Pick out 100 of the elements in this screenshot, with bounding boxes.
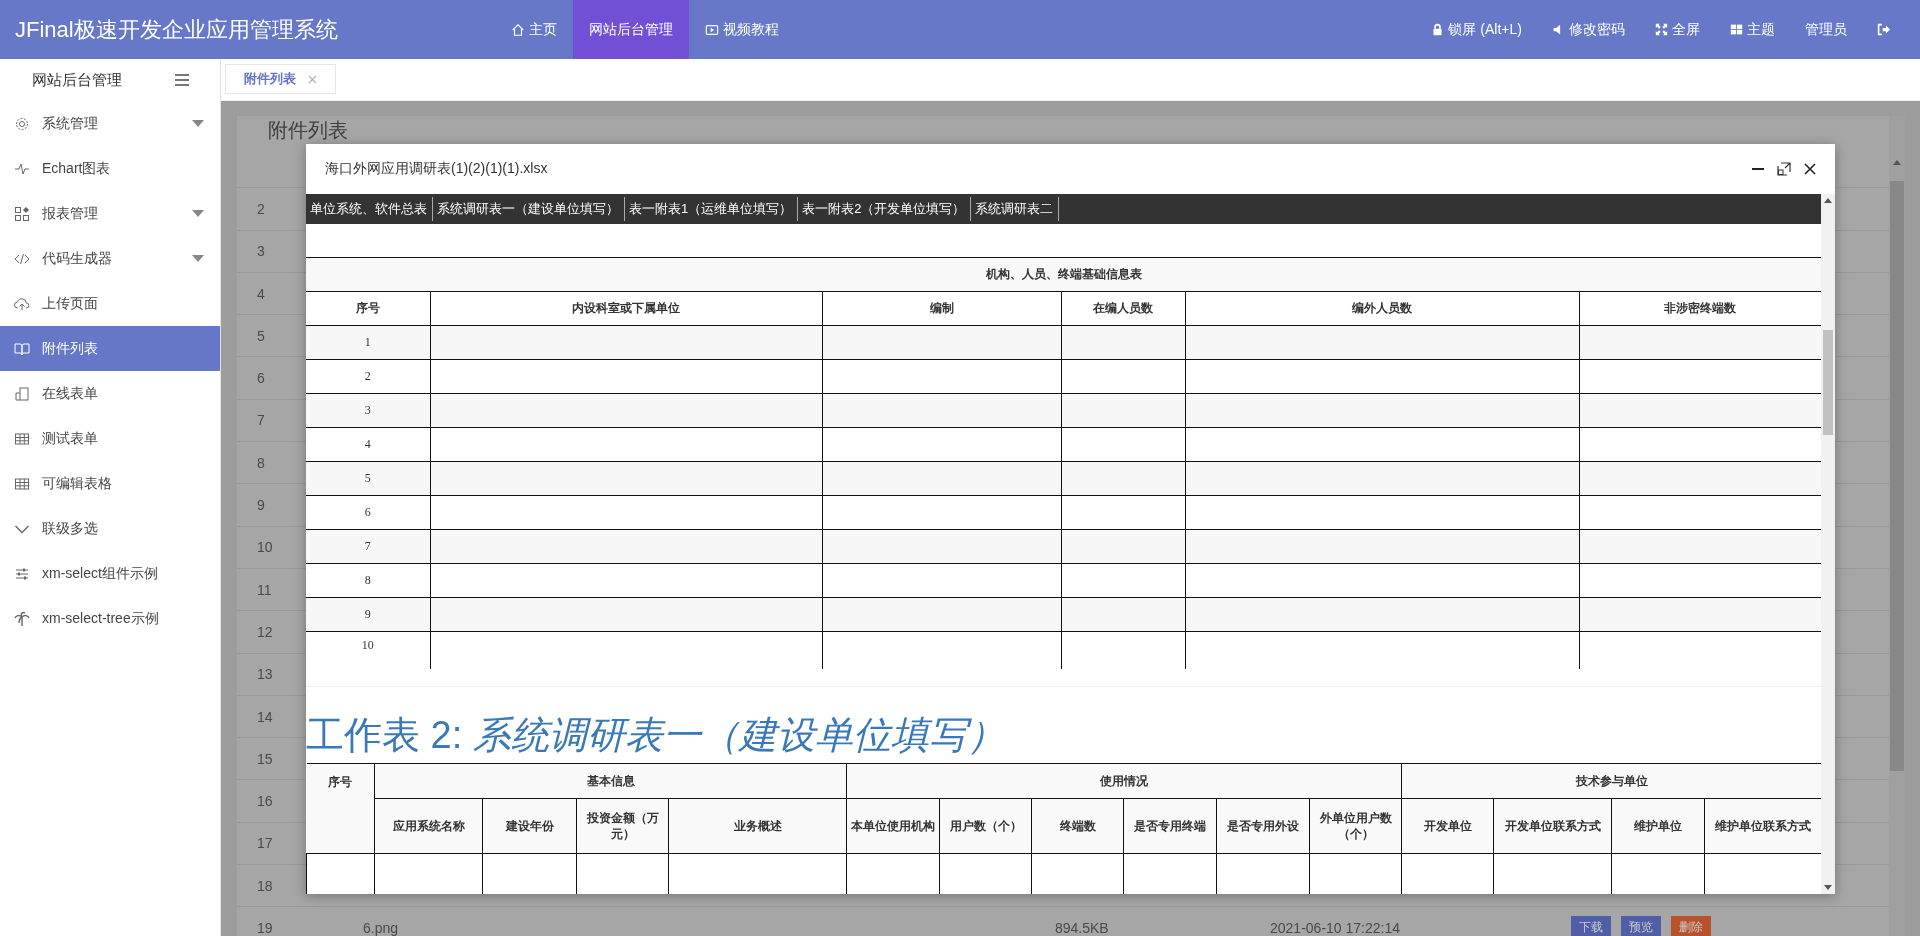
sidebar-item[interactable]: 附件列表 [0, 326, 220, 371]
action-button[interactable]: 下载 [1571, 916, 1611, 936]
column-header: 是否专用外设 [1216, 798, 1310, 854]
sidebar-item[interactable]: xm-select组件示例 [0, 551, 220, 596]
grid-icon [1730, 23, 1743, 36]
row-number: 18 [256, 877, 274, 894]
row-number: 1 [306, 325, 430, 360]
column-header: 开发单位 [1401, 798, 1494, 854]
sheet-tab[interactable]: 表一附表1（运维单位填写） [625, 197, 799, 221]
column-header: 本单位使用机构 [846, 798, 940, 854]
action-button[interactable]: 预览 [1621, 916, 1661, 936]
header-link[interactable]: 全屏 [1655, 20, 1700, 39]
menu-icon[interactable] [174, 73, 190, 87]
column-header: 编外人员数 [1185, 291, 1579, 326]
row-number: 12 [256, 623, 274, 640]
row-number: 9 [306, 597, 430, 632]
form-icon [14, 385, 30, 402]
gear-icon [14, 115, 30, 132]
play-icon [705, 22, 719, 37]
header-link[interactable]: 主题 [1730, 20, 1775, 39]
row-number: 15 [256, 750, 274, 767]
sidebar-item[interactable]: 报表管理 [0, 191, 220, 236]
row-number: 16 [256, 793, 274, 810]
sidebar-item[interactable]: 在线表单 [0, 371, 220, 416]
column-header: 编制 [822, 291, 1061, 326]
sidebar-item[interactable]: xm-select-tree示例 [0, 596, 220, 641]
row-number: 6 [256, 370, 266, 387]
row-number: 8 [256, 454, 266, 471]
nav-link[interactable]: 视频教程 [689, 0, 795, 59]
column-header: 用户数（个） [939, 798, 1032, 854]
header-link[interactable]: 管理员 [1805, 20, 1847, 39]
table-icon [14, 475, 30, 492]
header-link[interactable]: 修改密码 [1552, 20, 1625, 39]
nav-link[interactable]: 主页 [495, 0, 573, 59]
row-number: 14 [256, 708, 274, 725]
nav-link[interactable]: 网站后台管理 [573, 0, 689, 59]
row-number: 4 [306, 427, 430, 462]
scrollbar-thumb[interactable] [1823, 330, 1833, 435]
sidebar-item[interactable]: Echart图表 [0, 146, 220, 191]
sidebar-item[interactable]: 代码生成器 [0, 236, 220, 281]
palm-tree-icon [14, 610, 30, 627]
sheet-tab[interactable]: 表一附表2（开发单位填写） [798, 197, 972, 221]
table-cell-text: 894.5KB [1054, 920, 1110, 936]
row-number: 7 [306, 529, 430, 564]
sidebar-item[interactable]: 系统管理 [0, 101, 220, 146]
app-logo: JFinal极速开发企业应用管理系统 [14, 15, 339, 44]
row-number: 8 [306, 563, 430, 598]
sidebar-item[interactable]: 上传页面 [0, 281, 220, 326]
row-number: 17 [256, 835, 274, 852]
table-cell-text: 2021-06-10 17:22:14 [1269, 920, 1401, 936]
fullscreen-icon [1655, 23, 1668, 36]
sheet-tab[interactable]: 系统调研表二 [971, 197, 1060, 221]
column-header: 外单位用户数（个） [1309, 798, 1402, 854]
row-number: 13 [256, 666, 274, 683]
table-cell-text: 6.png [362, 920, 400, 936]
close-icon[interactable] [1803, 162, 1817, 176]
row-number: 5 [306, 461, 430, 496]
column-group-header: 技术参与单位 [1401, 763, 1821, 799]
table-title: 机构、人员、终端基础信息表 [306, 257, 1821, 292]
column-header: 维护单位 [1611, 798, 1705, 854]
sidebar-item[interactable]: 联级多选 [0, 506, 220, 551]
dialog-title: 海口外网应用调研表(1)(2)(1)(1).xlsx [325, 160, 548, 178]
column-header: 终端数 [1031, 798, 1124, 854]
row-number: 9 [256, 497, 266, 513]
sheet-tab[interactable]: 单位系统、软件总表 [306, 197, 433, 221]
scrollbar[interactable] [1821, 194, 1835, 894]
row-number: 2 [256, 200, 266, 217]
sheet-heading: 工作表 2: 系统调研表一（建设单位填写） [306, 713, 1006, 758]
column-header: 建设年份 [482, 798, 577, 854]
logout-icon[interactable] [1877, 23, 1890, 36]
scrollbar[interactable] [1889, 116, 1905, 936]
home-icon [511, 22, 525, 37]
column-header: 在编人员数 [1061, 291, 1185, 326]
sheet-tab[interactable]: 系统调研表一（建设单位填写） [433, 197, 625, 221]
row-number: 4 [256, 285, 266, 302]
row-number: 3 [256, 243, 266, 260]
column-header: 投资金额（万元） [576, 798, 669, 854]
row-number: 19 [256, 920, 274, 936]
sidebar-item[interactable]: 测试表单 [0, 416, 220, 461]
scroll-up-icon[interactable] [1824, 198, 1832, 203]
column-header: 序号 [306, 291, 430, 326]
page-tab[interactable]: 附件列表 [225, 64, 336, 94]
row-number: 7 [256, 412, 266, 429]
header-link[interactable]: 锁屏 (Alt+L) [1431, 20, 1522, 39]
column-group-header: 基本信息 [374, 763, 847, 799]
book-icon [14, 340, 30, 357]
table-icon [14, 430, 30, 447]
scrollbar-thumb[interactable] [1890, 181, 1904, 771]
column-header: 业务概述 [668, 798, 847, 854]
column-group-header: 使用情况 [846, 763, 1402, 799]
scroll-up-icon[interactable] [1893, 160, 1901, 165]
row-number: 3 [306, 393, 430, 428]
row-number: 10 [256, 539, 274, 556]
row-number: 5 [256, 327, 266, 344]
sidebar-item[interactable]: 可编辑表格 [0, 461, 220, 506]
row-number: 6 [306, 495, 430, 530]
maximize-icon[interactable] [1777, 162, 1791, 176]
cloud-upload-icon [14, 295, 30, 312]
column-header: 是否专用终端 [1123, 798, 1217, 854]
scroll-down-icon[interactable] [1824, 885, 1832, 890]
